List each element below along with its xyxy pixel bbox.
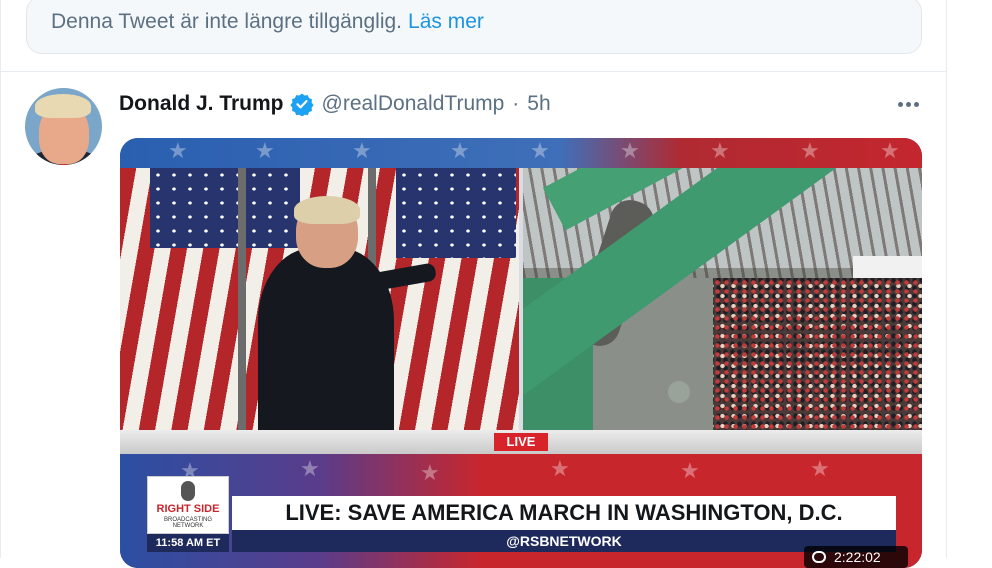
display-name[interactable]: Donald J. Trump [119, 92, 284, 116]
live-badge: LIVE [494, 433, 548, 451]
flag-canton-right [396, 168, 516, 258]
broadcast-clock: 11:58 AM ET [147, 534, 229, 552]
unavailable-tweet-notice: Denna Tweet är inte längre tillgänglig. L… [26, 0, 922, 54]
handle[interactable]: @realDonaldTrump [322, 92, 505, 116]
video-icon [812, 551, 826, 563]
bolt [668, 381, 690, 403]
tweet-video[interactable]: ★ ★ ★ ★ ★ ★ ★ ★ ★ LIVE ★ ★ ★ ★ ★ ★ RIGHT… [120, 138, 922, 568]
flag-pole [238, 168, 246, 430]
headline: LIVE: SAVE AMERICA MARCH IN WASHINGTON, … [285, 500, 843, 525]
network-logo: RIGHT SIDE BROADCASTING NETWORK [147, 476, 229, 534]
column-border-right [946, 0, 947, 558]
sub-ticker: @RSBNETWORK [232, 530, 896, 552]
verified-badge-icon [289, 92, 314, 117]
crowd [713, 278, 922, 430]
time-separator: · [512, 92, 520, 115]
video-panel-crowd [523, 168, 922, 430]
more-dots-icon[interactable] [892, 93, 924, 115]
stars-banner-top: ★ ★ ★ ★ ★ ★ ★ ★ ★ [120, 138, 922, 168]
speaker-hair [294, 196, 360, 224]
flag-canton-left [150, 168, 300, 248]
tweet-divider [0, 71, 947, 72]
notice-text-row: Denna Tweet är inte längre tillgänglig. L… [51, 10, 484, 34]
microphone-icon [181, 481, 195, 501]
duration-text: 2:22:02 [834, 549, 881, 565]
avatar[interactable] [25, 88, 102, 165]
tweet-header: Donald J. Trump @realDonaldTrump · 5h [119, 90, 551, 118]
headline-box: LIVE: SAVE AMERICA MARCH IN WASHINGTON, … [232, 496, 896, 530]
tweet-time[interactable]: 5h [527, 92, 550, 116]
dot-2 [905, 101, 911, 107]
avatar-hair [35, 94, 91, 118]
logo-text: RIGHT SIDE [156, 503, 220, 515]
read-more-link[interactable]: Läs mer [408, 10, 484, 33]
column-border-left [0, 0, 1, 558]
logo-subtext: BROADCASTING NETWORK [163, 517, 212, 529]
video-duration: 2:22:02 [804, 546, 908, 568]
sub-ticker-text: @RSBNETWORK [506, 533, 622, 549]
dot-3 [913, 101, 919, 107]
dot-1 [897, 101, 903, 107]
notice-message: Denna Tweet är inte längre tillgänglig. [51, 10, 403, 33]
video-panel-speaker [120, 168, 519, 430]
